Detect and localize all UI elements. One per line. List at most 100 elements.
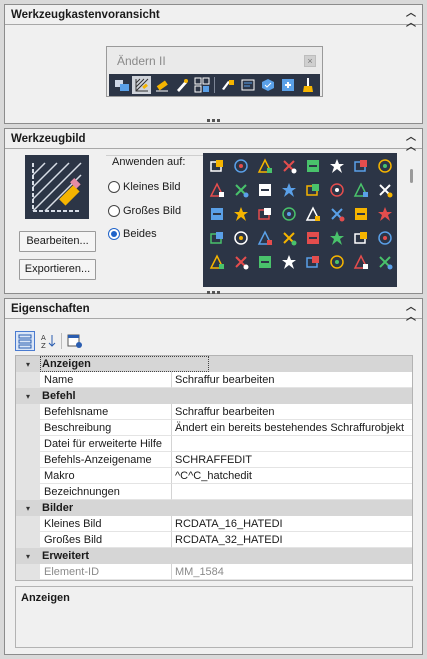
property-value[interactable]: Schraffur bearbeiten bbox=[172, 404, 412, 420]
flag-icon[interactable] bbox=[206, 251, 228, 273]
radio-button[interactable] bbox=[108, 181, 120, 193]
plane-icon[interactable] bbox=[230, 179, 252, 201]
array-icon[interactable] bbox=[192, 76, 211, 94]
property-value[interactable]: RCDATA_32_HATEDI bbox=[172, 532, 412, 548]
scrollbar-thumb[interactable] bbox=[410, 169, 413, 183]
box-3d-icon[interactable] bbox=[350, 179, 372, 201]
property-row[interactable]: Name Schraffur bearbeiten bbox=[16, 372, 412, 388]
svg-text:Z: Z bbox=[41, 342, 46, 349]
property-value[interactable]: Ändert ein bereits bestehendes Schraffur… bbox=[172, 420, 412, 436]
rotate-icon[interactable] bbox=[278, 179, 300, 201]
plane-icon[interactable] bbox=[374, 155, 396, 177]
category-row[interactable]: ▾ Anzeigen bbox=[16, 356, 412, 372]
expand-chevron-icon[interactable]: ▾ bbox=[16, 356, 40, 372]
search-icon[interactable] bbox=[278, 203, 300, 225]
dwf-icon[interactable] bbox=[326, 203, 348, 225]
categorized-view-icon[interactable] bbox=[15, 331, 35, 351]
property-value[interactable]: SCHRAFFEDIT bbox=[172, 452, 412, 468]
camera-icon[interactable] bbox=[350, 155, 372, 177]
circle-arrow-icon[interactable] bbox=[302, 155, 324, 177]
attribute-icon[interactable] bbox=[238, 76, 257, 94]
hatch-edit-icon[interactable] bbox=[132, 76, 151, 94]
property-value[interactable]: RCDATA_16_HATEDI bbox=[172, 516, 412, 532]
property-value[interactable]: ^C^C_hatchedit bbox=[172, 468, 412, 484]
cube-arrow-icon[interactable] bbox=[326, 179, 348, 201]
resize-grip[interactable] bbox=[5, 117, 422, 123]
property-value[interactable] bbox=[172, 484, 412, 500]
property-value[interactable] bbox=[172, 436, 412, 452]
move-icon[interactable] bbox=[326, 251, 348, 273]
hand-icon[interactable] bbox=[302, 179, 324, 201]
table-icon[interactable] bbox=[302, 251, 324, 273]
radio-small-image[interactable]: Kleines Bild bbox=[108, 181, 180, 193]
square-icon[interactable] bbox=[278, 251, 300, 273]
expand-chevron-icon[interactable]: ▾ bbox=[16, 500, 40, 516]
sort-alpha-icon[interactable]: AZ bbox=[38, 331, 58, 351]
category-row[interactable]: ▾ Bilder bbox=[16, 500, 412, 516]
print-icon[interactable] bbox=[302, 203, 324, 225]
text-icon[interactable] bbox=[302, 227, 324, 249]
bracket-icon[interactable] bbox=[230, 227, 252, 249]
arc-icon[interactable] bbox=[278, 227, 300, 249]
draworder-icon[interactable] bbox=[112, 76, 131, 94]
plus-icon[interactable] bbox=[350, 251, 372, 273]
delete-icon[interactable] bbox=[206, 227, 228, 249]
book-icon[interactable] bbox=[254, 203, 276, 225]
edit-button[interactable]: Bearbeiten... bbox=[19, 231, 96, 252]
measure-icon[interactable] bbox=[326, 227, 348, 249]
pen-icon[interactable] bbox=[172, 76, 191, 94]
layer-icon[interactable] bbox=[254, 155, 276, 177]
box-icon[interactable] bbox=[206, 155, 228, 177]
property-row[interactable]: Beschreibung Ändert ein bereits bestehend… bbox=[16, 420, 412, 436]
bat-icon[interactable] bbox=[374, 227, 396, 249]
cut-icon[interactable] bbox=[254, 227, 276, 249]
radio-large-image[interactable]: Großes Bild bbox=[108, 205, 181, 217]
property-row[interactable]: Datei für erweiterte Hilfe bbox=[16, 436, 412, 452]
folder-icon[interactable] bbox=[278, 155, 300, 177]
magnet-icon[interactable] bbox=[254, 179, 276, 201]
icon-library-grid bbox=[203, 153, 397, 287]
property-value[interactable]: Schraffur bearbeiten bbox=[172, 372, 412, 388]
category-row[interactable]: ▾ Erweitert bbox=[16, 548, 412, 564]
property-row[interactable]: Kleines Bild RCDATA_16_HATEDI bbox=[16, 516, 412, 532]
property-pages-icon[interactable] bbox=[65, 331, 85, 351]
target-icon[interactable] bbox=[326, 155, 348, 177]
close-icon[interactable]: × bbox=[304, 55, 316, 67]
radio-both[interactable]: Beides bbox=[108, 228, 157, 240]
resize-grip[interactable] bbox=[5, 289, 422, 295]
property-row[interactable]: Makro ^C^C_hatchedit bbox=[16, 468, 412, 484]
expand-chevron-icon[interactable]: ▾ bbox=[16, 548, 40, 564]
category-row[interactable]: ▾ Befehl bbox=[16, 388, 412, 404]
footsteps-icon[interactable] bbox=[206, 179, 228, 201]
lightning-icon[interactable] bbox=[230, 251, 252, 273]
erase-icon[interactable] bbox=[152, 76, 171, 94]
panel-title: Eigenschaften bbox=[11, 302, 90, 315]
scrollbar[interactable] bbox=[406, 153, 418, 287]
expand-chevron-icon[interactable]: ▾ bbox=[16, 388, 40, 404]
collapse-chevron-icon[interactable]: ︿ ︿ bbox=[406, 303, 416, 323]
camera-icon[interactable] bbox=[206, 203, 228, 225]
property-row[interactable]: Element-ID MM_1584 bbox=[16, 564, 412, 580]
cleanup-icon[interactable] bbox=[298, 76, 317, 94]
ruler-icon[interactable] bbox=[350, 227, 372, 249]
export-button[interactable]: Exportieren... bbox=[19, 259, 96, 280]
refedit-icon[interactable] bbox=[278, 76, 297, 94]
number-13-icon[interactable] bbox=[230, 155, 252, 177]
print-icon[interactable] bbox=[350, 203, 372, 225]
property-row[interactable]: Befehls-Anzeigename SCHRAFFEDIT bbox=[16, 452, 412, 468]
property-row[interactable]: Großes Bild RCDATA_32_HATEDI bbox=[16, 532, 412, 548]
collapse-chevron-icon[interactable]: ︿ ︿ bbox=[406, 133, 416, 153]
property-row[interactable]: Bezeichnungen bbox=[16, 484, 412, 500]
circle-icon[interactable] bbox=[254, 251, 276, 273]
collapse-chevron-icon[interactable]: ︿ ︿ bbox=[406, 9, 416, 29]
radio-button[interactable] bbox=[108, 228, 120, 240]
block-edit-icon[interactable] bbox=[258, 76, 277, 94]
property-row[interactable]: Befehlsname Schraffur bearbeiten bbox=[16, 404, 412, 420]
panel-title: Werkzeugkastenvoransicht bbox=[11, 8, 160, 21]
x-icon[interactable] bbox=[374, 251, 396, 273]
radio-button[interactable] bbox=[108, 205, 120, 217]
puzzle-icon[interactable] bbox=[374, 203, 396, 225]
cube-icon[interactable] bbox=[374, 179, 396, 201]
match-props-icon[interactable] bbox=[218, 76, 237, 94]
triangle-icon[interactable] bbox=[230, 203, 252, 225]
